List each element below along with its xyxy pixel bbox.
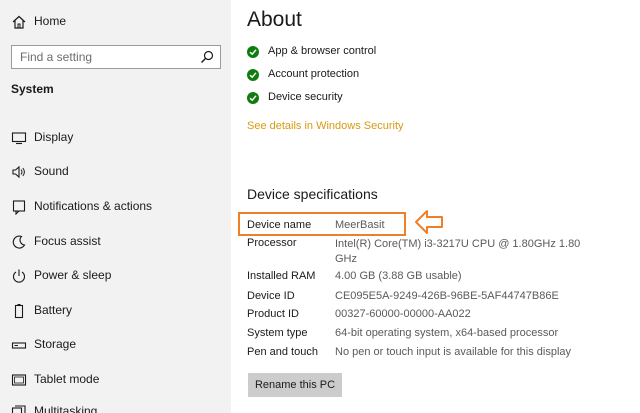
sidebar-item-label: Multitasking xyxy=(34,404,98,413)
sidebar-item-label: Sound xyxy=(34,164,69,178)
sidebar-item-label: Battery xyxy=(34,303,73,317)
sidebar-home-label: Home xyxy=(34,14,67,28)
spec-row-product-id: Product ID 00327-60000-00000-AA022 xyxy=(247,308,637,326)
device-specifications-heading: Device specifications xyxy=(247,186,378,202)
sidebar-item-power[interactable]: Power & sleep xyxy=(0,262,231,290)
sidebar-item-label: Power & sleep xyxy=(34,268,112,282)
settings-sidebar: Home Find a setting System Display Sound… xyxy=(0,0,231,413)
spec-row-pen-and-touch: Pen and touch No pen or touch input is a… xyxy=(247,346,637,364)
spec-value: Intel(R) Core(TM) i3-3217U CPU @ 1.80GHz… xyxy=(335,238,581,265)
device-name-highlight-box xyxy=(238,212,406,236)
battery-icon xyxy=(11,303,27,319)
sidebar-item-display[interactable]: Display xyxy=(0,124,231,152)
sidebar-section-title: System xyxy=(11,82,54,96)
sidebar-home[interactable]: Home xyxy=(0,8,231,36)
sidebar-item-label: Focus assist xyxy=(34,234,101,248)
check-icon xyxy=(247,46,259,58)
tablet-icon xyxy=(11,372,27,388)
home-icon xyxy=(11,14,27,30)
spec-row-installed-ram: Installed RAM 4.00 GB (3.88 GB usable) xyxy=(247,270,637,288)
spec-key: Device ID xyxy=(247,290,295,302)
sidebar-item-multitasking[interactable]: Multitasking xyxy=(0,398,231,413)
spec-value: 64-bit operating system, x64-based proce… xyxy=(335,327,559,339)
display-icon xyxy=(11,130,27,146)
protection-label: Device security xyxy=(268,91,343,103)
spec-key: Processor xyxy=(247,237,297,249)
focus-assist-icon xyxy=(11,234,27,250)
spec-row-system-type: System type 64-bit operating system, x64… xyxy=(247,327,637,345)
spec-key: Product ID xyxy=(247,308,299,320)
protection-label: App & browser control xyxy=(268,45,377,57)
multitasking-icon xyxy=(11,404,27,413)
sidebar-item-label: Display xyxy=(34,130,74,144)
sidebar-item-label: Notifications & actions xyxy=(34,199,153,213)
sidebar-item-label: Storage xyxy=(34,337,77,351)
left-arrow-icon xyxy=(414,207,444,237)
notifications-icon xyxy=(11,199,27,216)
sidebar-item-storage[interactable]: Storage xyxy=(0,331,231,359)
protection-label: Account protection xyxy=(268,68,360,80)
sidebar-item-notifications[interactable]: Notifications & actions xyxy=(0,193,231,221)
sidebar-item-focus-assist[interactable]: Focus assist xyxy=(0,228,231,256)
sound-icon xyxy=(11,164,27,180)
power-icon xyxy=(11,268,27,284)
check-icon xyxy=(247,92,259,104)
spec-value: 4.00 GB (3.88 GB usable) xyxy=(335,270,462,282)
sidebar-item-sound[interactable]: Sound xyxy=(0,158,231,186)
windows-security-link[interactable]: See details in Windows Security xyxy=(247,120,404,132)
search-input[interactable]: Find a setting xyxy=(11,45,221,69)
search-icon[interactable] xyxy=(200,50,214,64)
storage-icon xyxy=(11,337,27,353)
spec-value: 00327-60000-00000-AA022 xyxy=(335,308,471,320)
spec-key: System type xyxy=(247,327,308,339)
page-title: About xyxy=(247,8,302,31)
check-icon xyxy=(247,69,259,81)
sidebar-item-tablet-mode[interactable]: Tablet mode xyxy=(0,366,231,394)
spec-key: Installed RAM xyxy=(247,270,316,282)
rename-pc-button[interactable]: Rename this PC xyxy=(248,373,342,397)
spec-key: Pen and touch xyxy=(247,346,318,358)
search-placeholder: Find a setting xyxy=(20,50,93,64)
sidebar-item-label: Tablet mode xyxy=(34,372,100,386)
spec-row-device-id: Device ID CE095E5A-9249-426B-96BE-5AF447… xyxy=(247,290,637,308)
spec-value: No pen or touch input is available for t… xyxy=(335,346,572,358)
spec-value: CE095E5A-9249-426B-96BE-5AF44747B86E xyxy=(335,290,559,302)
spec-row-processor: Processor Intel(R) Core(TM) i3-3217U CPU… xyxy=(247,237,637,269)
sidebar-item-battery[interactable]: Battery xyxy=(0,297,231,325)
